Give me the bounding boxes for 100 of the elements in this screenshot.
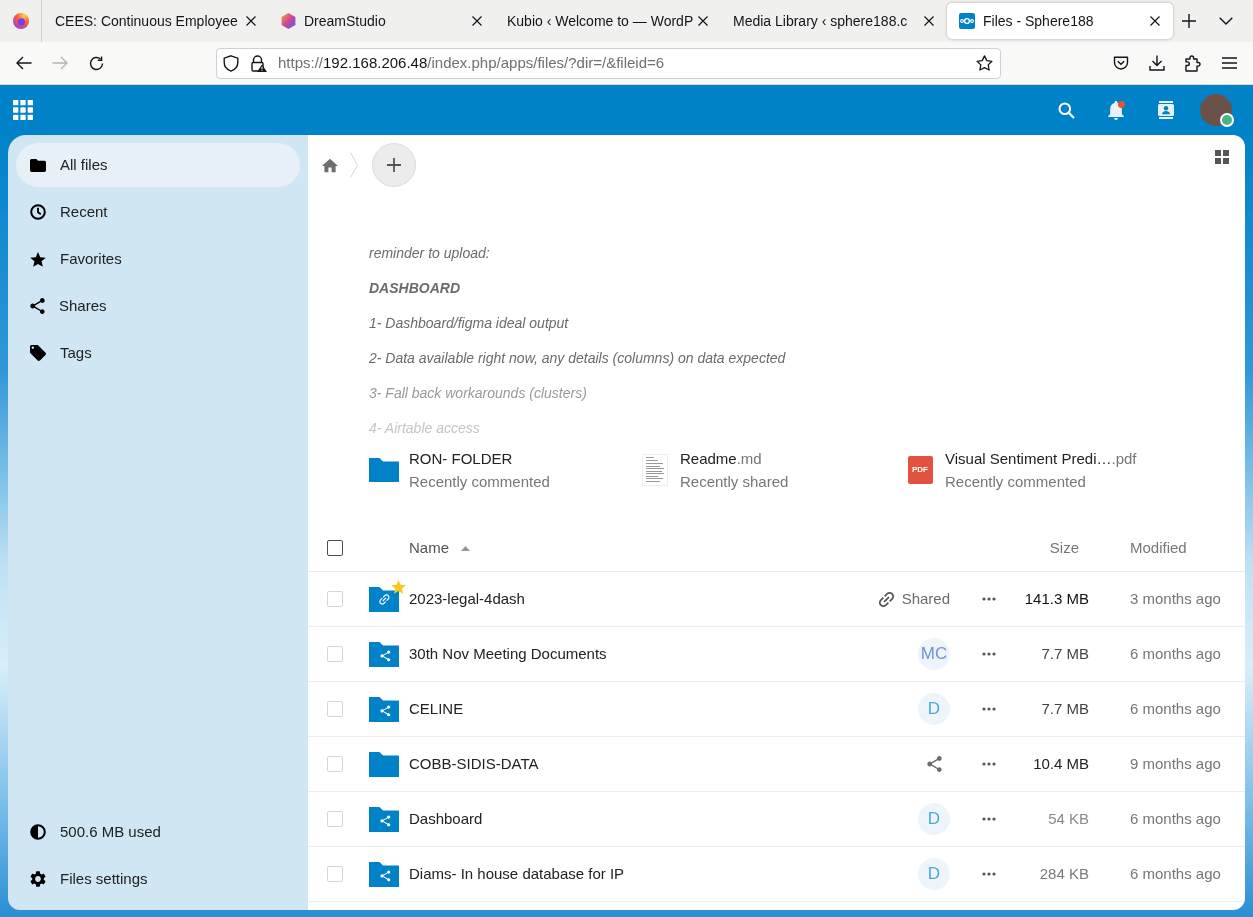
file-type-badge: PDF [907, 456, 933, 484]
home-link[interactable] [322, 157, 338, 173]
row-checkbox[interactable] [327, 866, 343, 882]
sidebar-item[interactable]: All files [16, 143, 300, 187]
file-name[interactable]: Diams- In house database for IP [409, 862, 625, 886]
pocket-icon [1113, 55, 1129, 71]
link-icon [878, 591, 894, 607]
chevron-right-icon [350, 152, 358, 178]
plus-icon [1182, 14, 1196, 28]
gear-icon [30, 871, 46, 887]
apps-grid-icon [13, 100, 33, 120]
close-icon[interactable] [698, 16, 708, 26]
browser-tab[interactable]: DreamStudio [269, 3, 495, 39]
plus-icon [387, 158, 401, 172]
sidebar-item[interactable]: Recent [16, 190, 300, 234]
browser-tab[interactable]: Media Library ‹ sphere188.c [721, 3, 947, 39]
puzzle-icon [1185, 54, 1201, 72]
share-icon [926, 756, 942, 772]
browser-logo-icon[interactable] [12, 13, 29, 29]
recommendation-reason: Recently shared [680, 471, 789, 492]
note-line: 2- Data available right now, any details (columns) on data expected [369, 349, 786, 367]
home-icon [322, 157, 338, 173]
column-header[interactable]: Name [409, 536, 470, 560]
modified-date: 6 months ago [1130, 863, 1221, 884]
shield-icon[interactable] [223, 54, 239, 72]
apps-menu-button[interactable] [13, 100, 33, 120]
row-checkbox[interactable] [327, 701, 343, 717]
browser-tab[interactable]: Kubio ‹ Welcome to — WordP [495, 3, 721, 39]
files-settings-link[interactable]: Files settings [16, 857, 300, 901]
row-checkbox[interactable] [327, 811, 343, 827]
file-name[interactable]: 30th Nov Meeting Documents [409, 642, 607, 666]
sharing-button[interactable]: Shared [878, 587, 950, 611]
modified-date: 6 months ago [1130, 643, 1221, 664]
file-size: 284 KB [1039, 863, 1089, 884]
storage-usage-link[interactable]: 500.6 MB used [16, 810, 300, 854]
row-checkbox[interactable] [327, 591, 343, 607]
more-icon [982, 762, 996, 766]
modified-date: 6 months ago [1130, 808, 1221, 829]
recommendation-reason: Recently commented [409, 471, 550, 492]
file-name[interactable]: 2023-legal-4dash [409, 587, 525, 611]
arrow-left-icon [16, 56, 32, 70]
row-checkbox[interactable] [327, 756, 343, 772]
more-icon [982, 652, 996, 656]
file-name[interactable]: Dashboard [409, 807, 483, 831]
folder-icon [369, 751, 399, 777]
recommendation-reason: Recently commented [945, 471, 1086, 492]
sidebar-item[interactable]: Favorites [16, 237, 300, 281]
pie-chart-icon [30, 824, 46, 840]
column-header[interactable]: Modified [1130, 536, 1187, 560]
folder-link-icon [369, 586, 399, 612]
file-size: 54 KB [1048, 808, 1089, 829]
more-icon [982, 597, 996, 601]
shared-folder-icon [369, 696, 399, 722]
column-header[interactable]: Size [1049, 536, 1079, 560]
file-size: 10.4 MB [1033, 753, 1089, 774]
file-name[interactable]: COBB-SIDIS-DATA [409, 752, 539, 776]
file-name[interactable]: CELINE [409, 697, 464, 721]
select-all-checkbox[interactable] [327, 540, 343, 556]
modified-date: 6 months ago [1130, 698, 1221, 719]
shared-folder-icon [369, 861, 399, 887]
file-size: 141.3 MB [1024, 588, 1089, 609]
folder-icon [30, 158, 46, 172]
close-icon[interactable] [246, 16, 256, 26]
folder-icon [369, 458, 399, 482]
sidebar-item[interactable]: Shares [16, 284, 300, 328]
close-icon[interactable] [924, 16, 934, 26]
tag-icon [30, 345, 46, 361]
more-icon [982, 872, 996, 876]
note-heading: DASHBOARD [369, 279, 460, 297]
lock-warning-icon[interactable] [250, 54, 267, 72]
circles-logo-icon [959, 13, 975, 29]
new-button[interactable] [372, 143, 416, 187]
note-line: 1- Dashboard/figma ideal output [369, 314, 569, 332]
star-outline-icon[interactable] [976, 55, 993, 71]
bell-icon [1108, 100, 1124, 120]
share-icon [30, 298, 45, 314]
star-icon [30, 251, 46, 267]
user-avatar [1200, 94, 1232, 126]
note-line: 4- Airtable access [369, 419, 480, 437]
contact-card-icon [1158, 101, 1174, 119]
search-icon [1057, 101, 1075, 119]
row-checkbox[interactable] [327, 646, 343, 662]
browser-tab[interactable]: Files - Sphere188 [947, 3, 1173, 39]
menu-icon [1221, 57, 1237, 69]
file-size: 7.7 MB [1041, 698, 1089, 719]
address-bar[interactable]: https://192.168.206.48/index.php/apps/files/?dir=/&fileid=6 [216, 47, 1001, 79]
shared-folder-icon [369, 806, 399, 832]
close-icon[interactable] [1150, 16, 1160, 26]
file-name[interactable]: Visual Sentiment Predi….pdf [945, 448, 1137, 469]
clock-icon [30, 204, 46, 220]
file-size: 7.7 MB [1041, 643, 1089, 664]
modified-date: 9 months ago [1130, 753, 1221, 774]
hexagon-icon [281, 13, 296, 29]
reload-icon [88, 55, 104, 71]
sidebar-item[interactable]: Tags [16, 331, 300, 375]
document-thumbnail [642, 454, 668, 486]
browser-tab[interactable]: CEES: Continuous Employee [43, 3, 269, 39]
close-icon[interactable] [472, 16, 482, 26]
file-name[interactable]: Readme.md [680, 448, 762, 469]
file-name[interactable]: RON- FOLDER [409, 448, 513, 469]
